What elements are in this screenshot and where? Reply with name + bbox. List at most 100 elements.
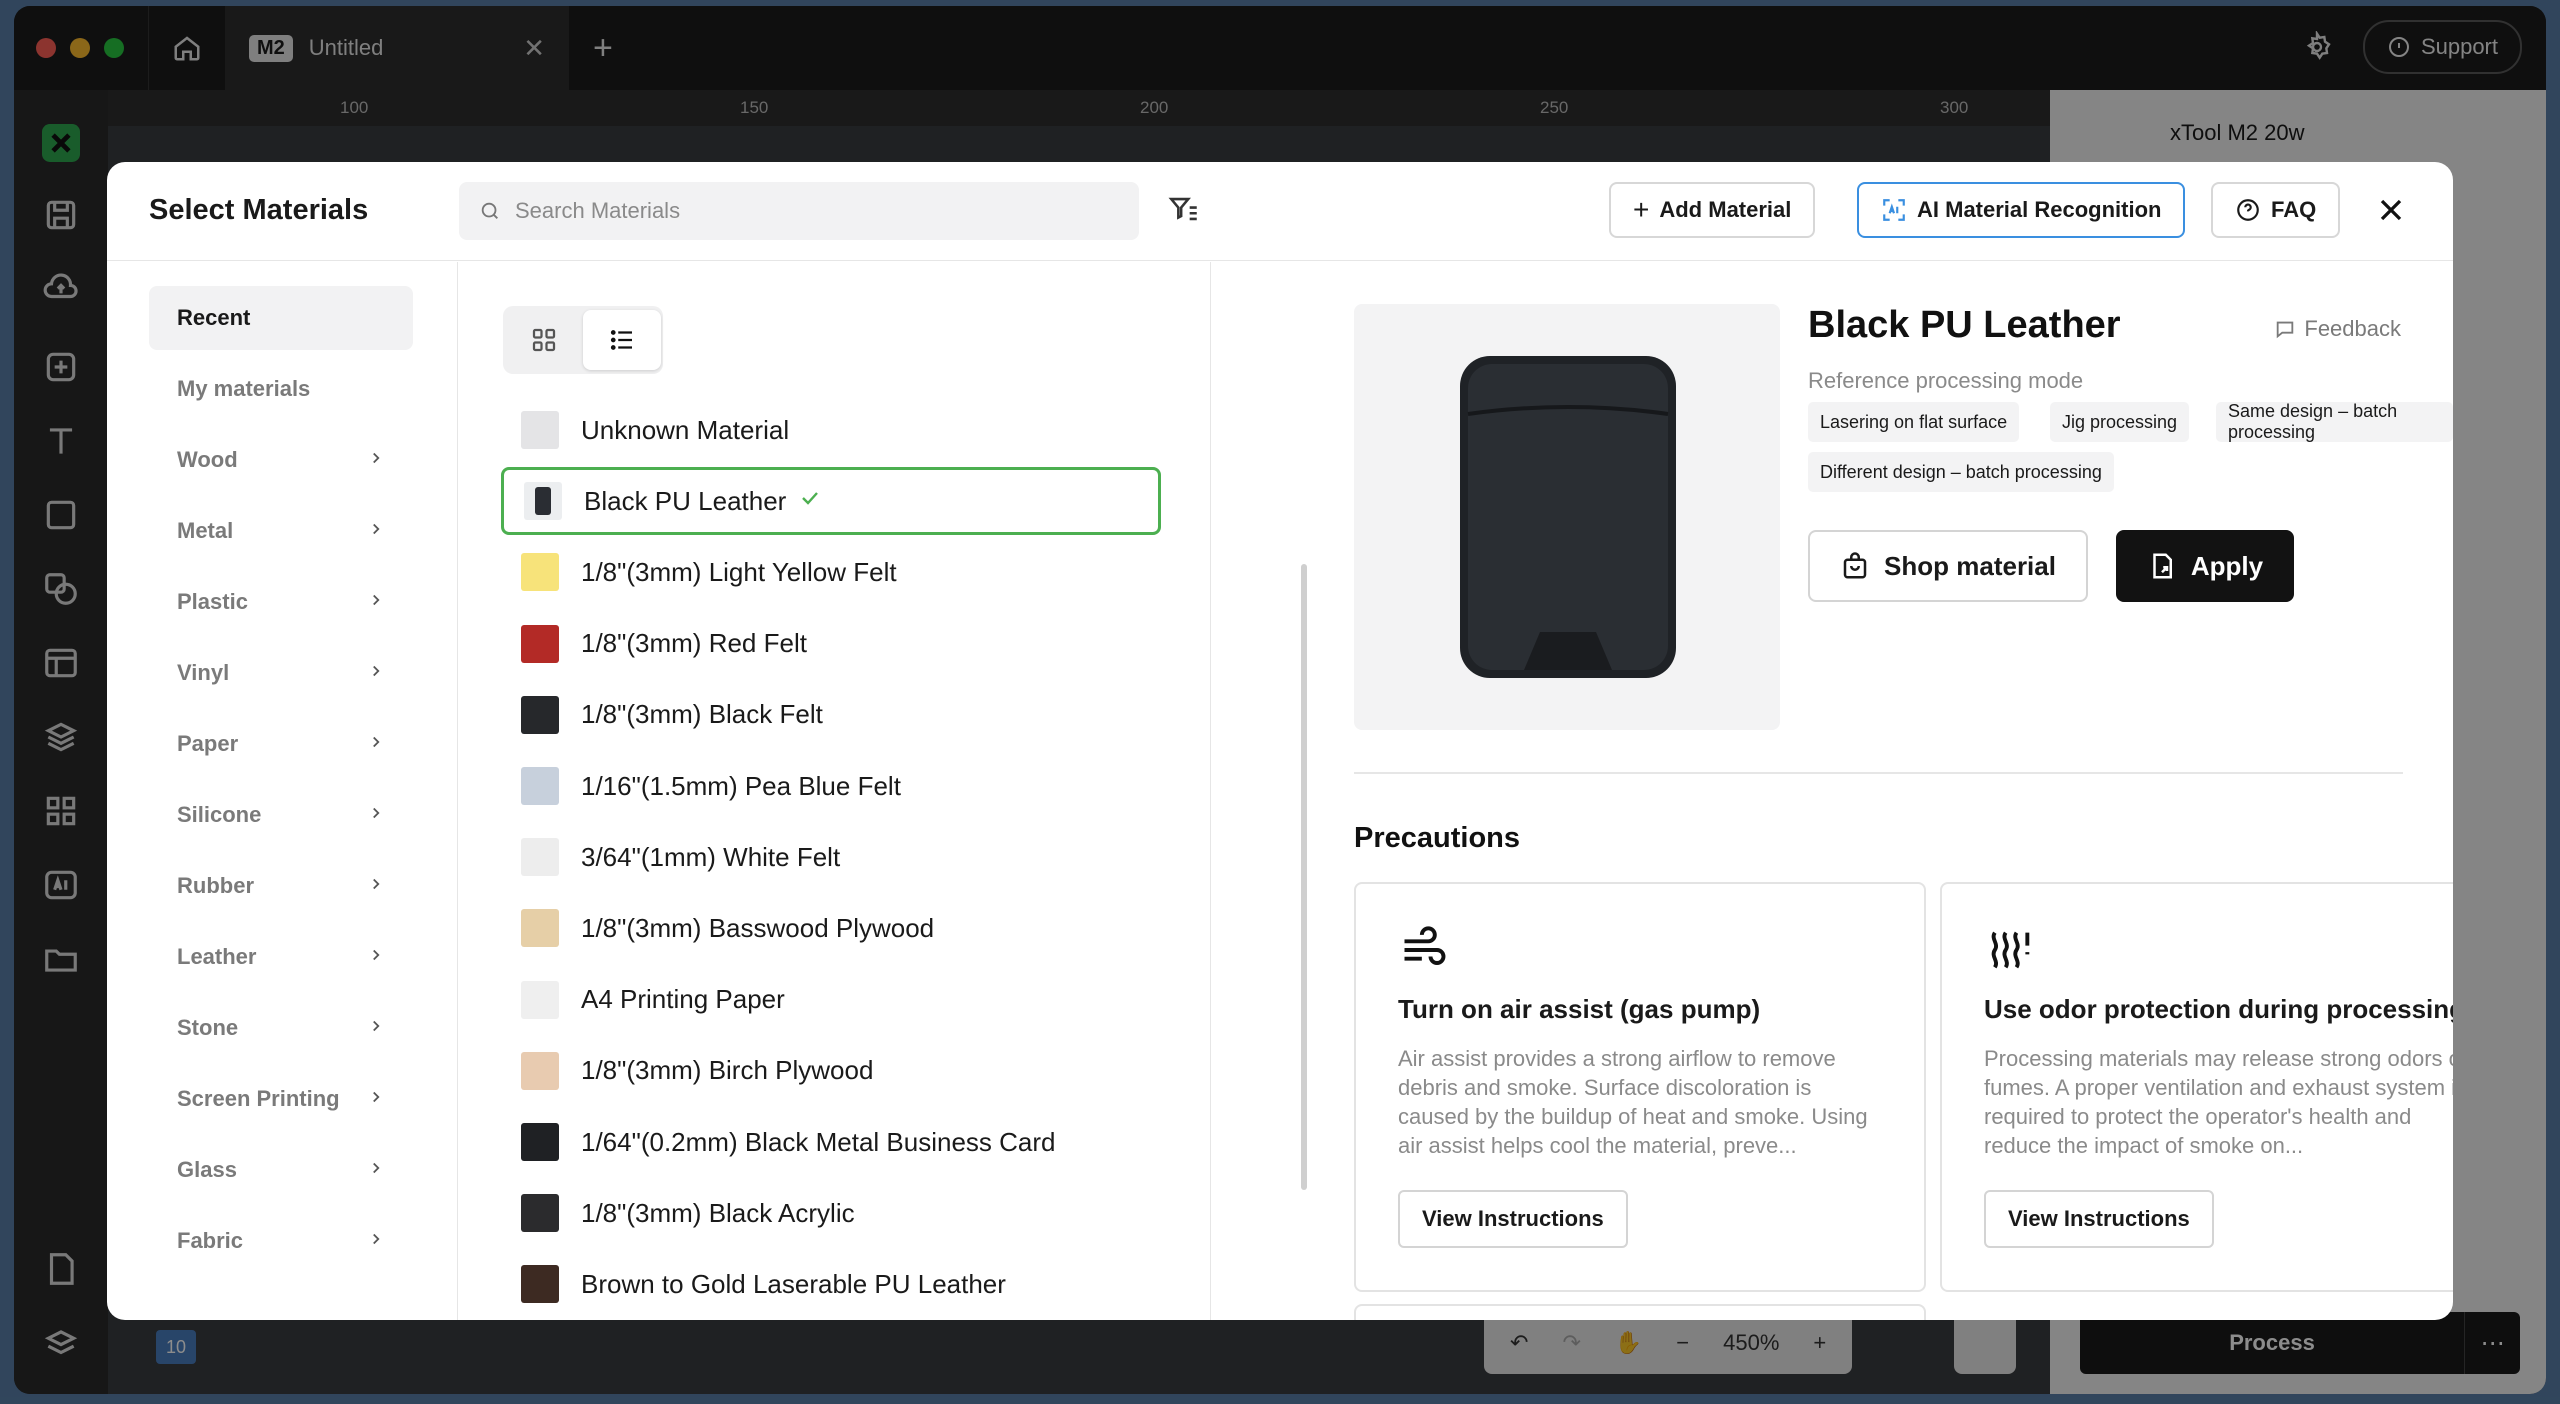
feedback-label: Feedback	[2304, 316, 2401, 341]
mode-tag: Lasering on flat surface	[1808, 402, 2020, 442]
close-icon[interactable]	[2373, 192, 2409, 228]
nav-item-paper[interactable]: Paper	[149, 712, 413, 776]
select-materials-modal: Select Materials + Add Material AI Mater…	[107, 162, 2453, 1320]
precautions-title: Precautions	[1354, 822, 1520, 854]
nav-item-screen-printing[interactable]: Screen Printing	[149, 1067, 413, 1131]
material-swatch	[521, 838, 559, 877]
material-row[interactable]: 3/64"(1mm) White Felt	[501, 823, 1161, 891]
nav-item-silicone[interactable]: Silicone	[149, 783, 413, 847]
chevron-right-icon	[367, 1228, 385, 1254]
nav-item-plastic[interactable]: Plastic	[149, 570, 413, 634]
material-name: 1/8"(3mm) Light Yellow Felt	[581, 556, 897, 587]
material-swatch	[521, 1194, 559, 1233]
nav-item-rubber[interactable]: Rubber	[149, 854, 413, 918]
material-name: 1/8"(3mm) Black Acrylic	[581, 1197, 855, 1228]
nav-item-my-materials[interactable]: My materials	[149, 357, 413, 421]
nav-item-fabric[interactable]: Fabric	[149, 1209, 413, 1273]
material-name: 1/8"(3mm) Black Felt	[581, 699, 823, 730]
material-row[interactable]: 1/16"(1.5mm) Pea Blue Felt	[501, 752, 1161, 820]
nav-item-label: Rubber	[177, 873, 254, 898]
material-swatch	[521, 1051, 559, 1090]
faq-button[interactable]: FAQ	[2211, 182, 2341, 238]
material-row[interactable]: A4 Printing Paper	[501, 966, 1161, 1034]
material-detail: Black PU Leather Feedback Reference proc…	[1212, 262, 2453, 1320]
list-view-button[interactable]	[583, 310, 661, 370]
material-row[interactable]: 1/64"(0.2mm) Black Metal Business Card	[501, 1108, 1161, 1176]
material-swatch	[524, 482, 562, 521]
material-row[interactable]: Brown to Gold Laserable PU Leather	[501, 1250, 1161, 1318]
mode-tag: Same design – batch processing	[2216, 401, 2453, 442]
material-swatch	[521, 909, 559, 948]
material-row[interactable]: 1/8"(3mm) Black Acrylic	[501, 1179, 1161, 1247]
modal-title: Select Materials	[149, 194, 369, 226]
chevron-right-icon	[367, 660, 385, 686]
view-toggle	[503, 306, 663, 374]
grid-view-button[interactable]	[505, 310, 583, 370]
material-row[interactable]: 1/8"(3mm) Red Felt	[501, 610, 1161, 678]
view-instructions-button[interactable]: View Instructions	[1984, 1190, 2214, 1248]
search-input[interactable]	[515, 198, 1115, 224]
feedback-button[interactable]: Feedback	[2274, 316, 2401, 342]
chevron-right-icon	[367, 1157, 385, 1183]
nav-item-wood[interactable]: Wood	[149, 428, 413, 492]
shop-material-button[interactable]: Shop material	[1808, 530, 2088, 602]
material-row[interactable]: 1/8"(3mm) Black Felt	[501, 681, 1161, 749]
material-row[interactable]: Black PU Leather	[501, 467, 1161, 536]
divider	[1354, 772, 2403, 774]
nav-item-label: Paper	[177, 731, 239, 756]
nav-item-label: Recent	[177, 305, 251, 330]
filter-icon[interactable]	[1167, 192, 1201, 226]
material-swatch	[521, 1265, 559, 1304]
nav-item-glass[interactable]: Glass	[149, 1138, 413, 1202]
nav-item-vinyl[interactable]: Vinyl	[149, 641, 413, 705]
material-name: 1/8"(3mm) Basswood Plywood	[581, 912, 935, 943]
product-image	[1354, 304, 1780, 730]
apply-button[interactable]: Apply	[2116, 530, 2294, 602]
material-row[interactable]: 1/8"(3mm) Basswood Plywood	[501, 894, 1161, 962]
search-box[interactable]	[459, 182, 1139, 240]
card-title: Use odor protection during processing	[1984, 994, 2453, 1024]
chevron-right-icon	[367, 802, 385, 828]
checkmark-icon	[798, 486, 822, 517]
material-name: 1/8"(3mm) Red Felt	[581, 628, 807, 659]
chevron-right-icon	[367, 1086, 385, 1112]
material-swatch	[521, 624, 559, 663]
material-row[interactable]: 1/8"(3mm) Birch Plywood	[501, 1037, 1161, 1105]
apply-label: Apply	[2190, 550, 2264, 581]
reference-mode-label: Reference processing mode	[1808, 368, 2084, 393]
material-swatch	[521, 1123, 559, 1161]
material-swatch	[521, 411, 559, 449]
material-name: 1/8"(3mm) Birch Plywood	[581, 1055, 874, 1086]
card-text: Processing materials may release strong …	[1984, 1046, 2453, 1158]
material-title: Black PU Leather	[1808, 304, 2121, 346]
modal-header: Select Materials + Add Material AI Mater…	[107, 162, 2453, 261]
card-text: Air assist provides a strong airflow to …	[1398, 1046, 1868, 1158]
chevron-right-icon	[367, 589, 385, 615]
nav-item-metal[interactable]: Metal	[149, 499, 413, 563]
nav-item-stone[interactable]: Stone	[149, 996, 413, 1060]
material-row[interactable]: Unknown Material	[501, 396, 1161, 464]
apply-icon	[2153, 553, 2172, 579]
nav-item-label: My materials	[177, 376, 311, 401]
add-material-button[interactable]: + Add Material	[1609, 182, 1816, 238]
ai-material-recognition-button[interactable]: AI Material Recognition	[1857, 182, 2186, 238]
nav-item-recent[interactable]: Recent	[149, 286, 413, 350]
plus-icon: +	[1633, 194, 1650, 225]
precaution-card-peek	[1354, 1304, 1926, 1320]
material-name: 1/16"(1.5mm) Pea Blue Felt	[581, 770, 901, 801]
material-name: Black PU Leather	[584, 485, 787, 516]
nav-item-leather[interactable]: Leather	[149, 925, 413, 989]
shopping-bag-icon	[1843, 552, 1867, 579]
mode-tag: Different design – batch processing	[1808, 452, 2114, 492]
feedback-icon	[2277, 321, 2294, 339]
list-icon	[610, 330, 632, 350]
ai-scan-icon	[1883, 199, 1905, 221]
nav-item-label: Stone	[177, 1015, 239, 1040]
ai-recognition-label: AI Material Recognition	[1917, 197, 2162, 222]
nav-item-label: Wood	[177, 447, 238, 472]
material-name: 1/64"(0.2mm) Black Metal Business Card	[581, 1126, 1056, 1157]
view-instructions-button[interactable]: View Instructions	[1398, 1190, 1628, 1248]
search-icon	[481, 202, 498, 219]
material-row[interactable]: 1/8"(3mm) Light Yellow Felt	[501, 538, 1161, 606]
material-list: Unknown Material Black PU Leather 1/8"(3mm…	[459, 262, 1211, 1320]
